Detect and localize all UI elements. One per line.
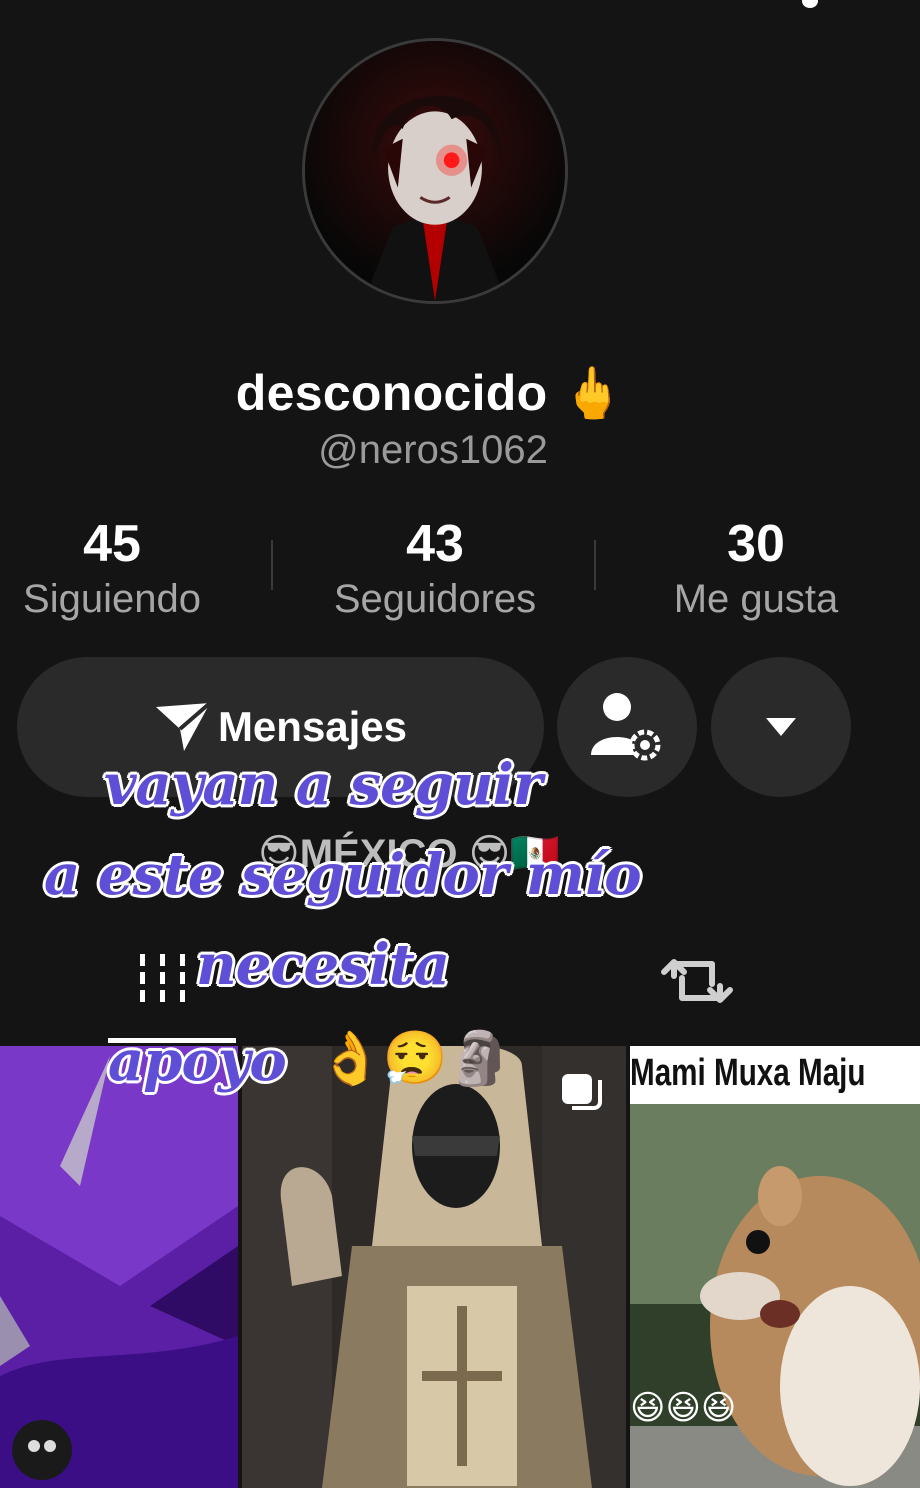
stat-label: Siguiendo [23,577,201,621]
profile-handle: @neros1062 [318,428,548,472]
stat-likes[interactable]: 30 Me gusta [606,515,906,625]
avatar[interactable] [302,38,568,304]
overlay-text-line: vayan a seguir [104,752,542,818]
person-settings-icon [591,693,661,761]
stat-label: Seguidores [333,577,537,621]
stat-value: 43 [406,515,464,573]
overlay-emojis: 👌😮‍💨🗿 [318,1030,513,1088]
overlay-text-line: a este seguidor mío [44,842,642,908]
overlay-text-line: necesita [196,932,450,998]
caret-down-icon [766,718,796,736]
grid-icon[interactable] [138,950,190,1006]
stat-following[interactable]: 45 Siguiendo [0,515,262,625]
overlay-text-line: apoyo [108,1028,287,1094]
video-thumbnail[interactable] [0,1046,238,1488]
meme-caption: Mami Muxa Maju [630,1052,866,1094]
stat-divider [271,540,273,590]
multi-photo-icon [562,1074,602,1110]
stat-divider [594,540,596,590]
middle-finger-emoji: 🖕 [561,365,625,421]
status-bar-dot [802,0,818,8]
purple-car-image [0,1046,238,1488]
stat-value: 30 [727,515,785,573]
avatar-image [305,41,565,301]
video-thumbnail[interactable]: Mami Muxa Maju 😆😆😆 [630,1046,920,1488]
stat-label: Me gusta [673,577,839,621]
meme-emojis: 😆😆😆 [630,1389,737,1427]
stat-value: 45 [83,515,141,573]
more-button[interactable] [711,657,851,797]
friends-settings-button[interactable] [557,657,697,797]
display-name-text: desconocido [235,365,548,421]
stat-followers[interactable]: 43 Seguidores [285,515,585,625]
repost-icon[interactable] [660,950,734,1012]
messages-label: Mensajes [217,703,408,750]
profile-display-name: desconocido 🖕 [0,364,860,423]
send-icon [155,701,212,751]
